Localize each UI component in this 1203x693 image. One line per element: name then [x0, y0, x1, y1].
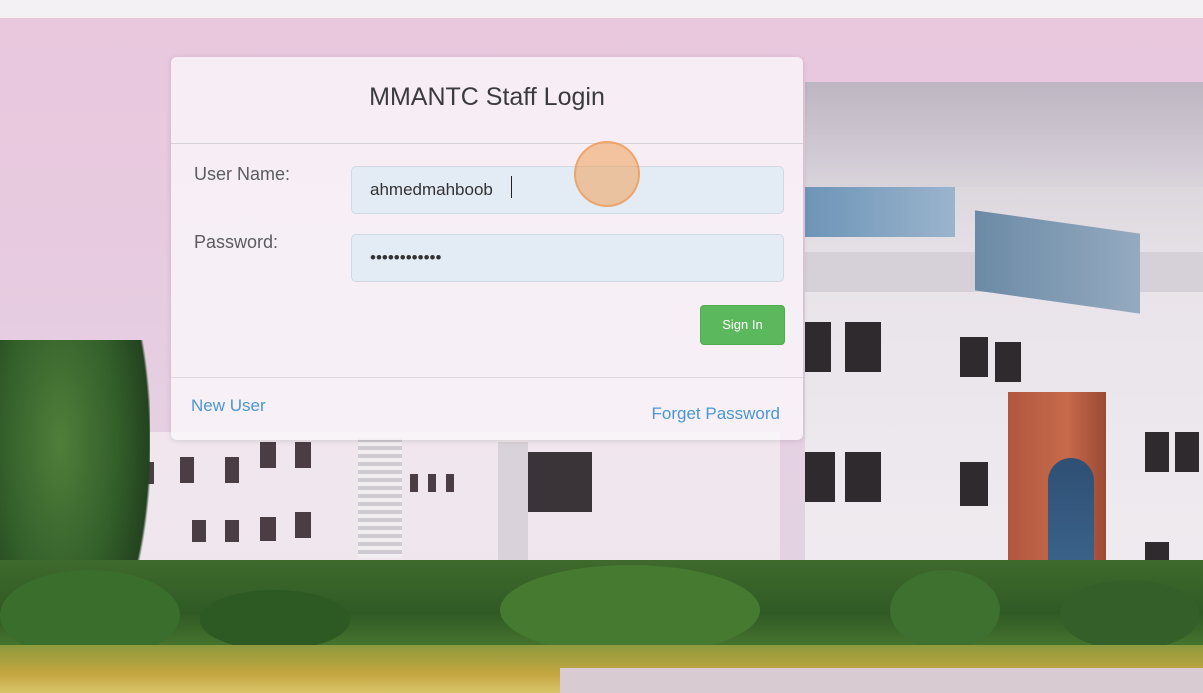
text-cursor [511, 176, 512, 198]
touch-indicator-icon [574, 141, 640, 207]
username-label: User Name: [194, 164, 291, 184]
login-footer: New User Forget Password [171, 377, 803, 441]
photo-border [0, 0, 1203, 18]
password-input[interactable] [351, 234, 784, 282]
sign-in-button[interactable]: Sign In [700, 305, 785, 345]
page-title: MMANTC Staff Login [369, 83, 605, 111]
forget-password-link[interactable]: Forget Password [652, 404, 781, 424]
password-label: Password: [194, 232, 279, 252]
login-panel: MMANTC Staff Login User Name: Password: … [171, 57, 803, 440]
new-user-link[interactable]: New User [191, 396, 266, 416]
username-input[interactable] [351, 166, 784, 214]
login-header: MMANTC Staff Login [171, 57, 803, 144]
pathway [560, 668, 1203, 693]
